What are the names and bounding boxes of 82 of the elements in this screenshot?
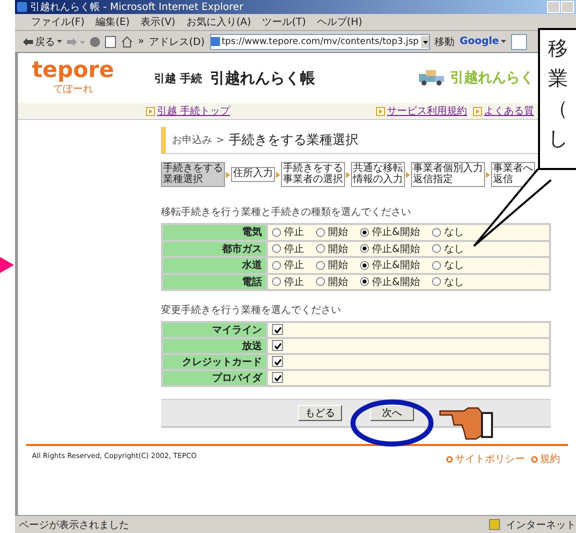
truck-icon <box>418 70 446 86</box>
radio-option[interactable]: 開始 <box>316 242 348 256</box>
status-text: ページが表示されました <box>19 518 130 532</box>
menu-item[interactable]: お気に入り(A) <box>186 15 251 29</box>
form-button[interactable]: 次へ <box>370 405 414 421</box>
breadcrumb-separator: > <box>216 134 224 146</box>
radio-option[interactable]: 停止 <box>272 242 304 256</box>
radio-option[interactable]: 開始 <box>316 258 348 272</box>
callout-text: し <box>548 126 569 150</box>
back-arrow-icon <box>23 38 33 46</box>
menu-item[interactable]: 表示(V) <box>140 15 176 29</box>
callout-text: 業 <box>548 66 569 90</box>
checkbox[interactable] <box>272 340 283 352</box>
table-cell: 電気 <box>162 224 267 240</box>
search-field[interactable] <box>510 34 527 50</box>
circle-icon <box>446 456 453 463</box>
window-title: 引越れんらく帳 - Microsoft Internet Explorer <box>30 0 244 14</box>
table-cell: 水道 <box>162 257 267 274</box>
step-indicator: 事業者個別入力 返信指定 <box>411 162 485 187</box>
radio-option[interactable]: 停止 <box>272 258 304 272</box>
address-field[interactable]: tps://www.tepore.com/mv/contents/top3.jsp <box>210 34 430 50</box>
stop-icon[interactable] <box>90 36 100 46</box>
refresh-icon[interactable] <box>105 36 116 48</box>
browser-icon <box>17 2 27 12</box>
radio-option[interactable]: なし <box>432 258 464 272</box>
more-button[interactable]: » <box>138 36 144 47</box>
logo: tepore てぽーれ <box>30 60 116 96</box>
radio-option[interactable]: 停止&開始 <box>360 258 420 272</box>
lock-icon <box>489 519 500 530</box>
radio-option[interactable]: 停止 <box>272 225 304 239</box>
step-indicator: 住所入力 <box>231 167 275 182</box>
step-indicator: 手続きをする 業種選択 <box>161 162 225 187</box>
form-button[interactable]: もどる <box>298 405 342 421</box>
radio-option[interactable]: なし <box>432 242 464 256</box>
arrow-box-icon <box>376 106 385 116</box>
step-indicator: 共通な移転 情報の入力 <box>351 162 405 187</box>
heading: 手続きをする業種選択 <box>228 132 358 149</box>
radio-option[interactable]: 停止 <box>272 274 304 288</box>
dropdown-caret-icon[interactable] <box>420 36 429 48</box>
back-button[interactable]: 戻る <box>23 34 62 48</box>
address-label: アドレス(D) <box>149 36 205 48</box>
nav-link[interactable]: 引越 手続トップ <box>146 104 230 118</box>
table-cell: クレジットカード <box>162 354 267 370</box>
callout-text: 移 <box>548 36 569 60</box>
radio-option[interactable]: なし <box>432 274 464 288</box>
section-label: 移転手続きを行う業種と手続きの種類を選んでください <box>161 206 412 219</box>
radio-option[interactable]: 停止&開始 <box>360 274 420 288</box>
menu-item[interactable]: ファイル(F) <box>31 15 85 29</box>
arrow-box-icon <box>473 106 482 116</box>
table-cell: 放送 <box>162 338 267 354</box>
menu-item[interactable]: ヘルプ(H) <box>316 15 362 29</box>
menu-item[interactable]: ツール(T) <box>262 15 306 29</box>
google-button[interactable]: Google <box>460 36 506 47</box>
caret-icon <box>500 40 506 43</box>
checkbox[interactable] <box>272 372 283 384</box>
home-icon[interactable] <box>121 36 133 48</box>
banner-title: 引越れんらく <box>450 69 534 87</box>
radio-option[interactable]: なし <box>432 225 464 239</box>
table-cell: マイライン <box>162 322 267 338</box>
radio-option[interactable]: 停止&開始 <box>360 225 420 239</box>
nav-link[interactable]: サービス利用規約 <box>376 104 467 118</box>
pointing-hand-icon <box>438 405 496 441</box>
step-indicator: 手続きをする 事業者の選択 <box>281 162 345 187</box>
checkbox[interactable] <box>272 356 283 368</box>
circle-icon <box>531 456 538 463</box>
pointer-arrow-icon <box>0 257 14 273</box>
radio-option[interactable]: 停止&開始 <box>360 242 420 256</box>
site-label: 引越 手続 <box>154 70 202 86</box>
go-button[interactable]: 移動 <box>434 34 455 48</box>
nav-link[interactable]: よくある質 <box>473 104 534 118</box>
callout-text: （ <box>548 96 569 120</box>
menu-item[interactable]: 編集(E) <box>96 15 130 29</box>
radio-option[interactable]: 開始 <box>316 274 348 288</box>
radio-option[interactable]: 開始 <box>316 225 348 239</box>
section-label: 変更手続きを行う業種を選んでください <box>161 304 342 317</box>
breadcrumb-link[interactable]: お申込み <box>172 133 212 147</box>
zone-indicator: インターネット <box>506 518 576 532</box>
site-title: 引越れんらく帳 <box>210 68 315 88</box>
checkbox[interactable] <box>272 324 283 336</box>
table-cell: プロバイダ <box>162 370 267 386</box>
caret-icon <box>57 40 62 43</box>
arrow-box-icon <box>146 106 155 116</box>
